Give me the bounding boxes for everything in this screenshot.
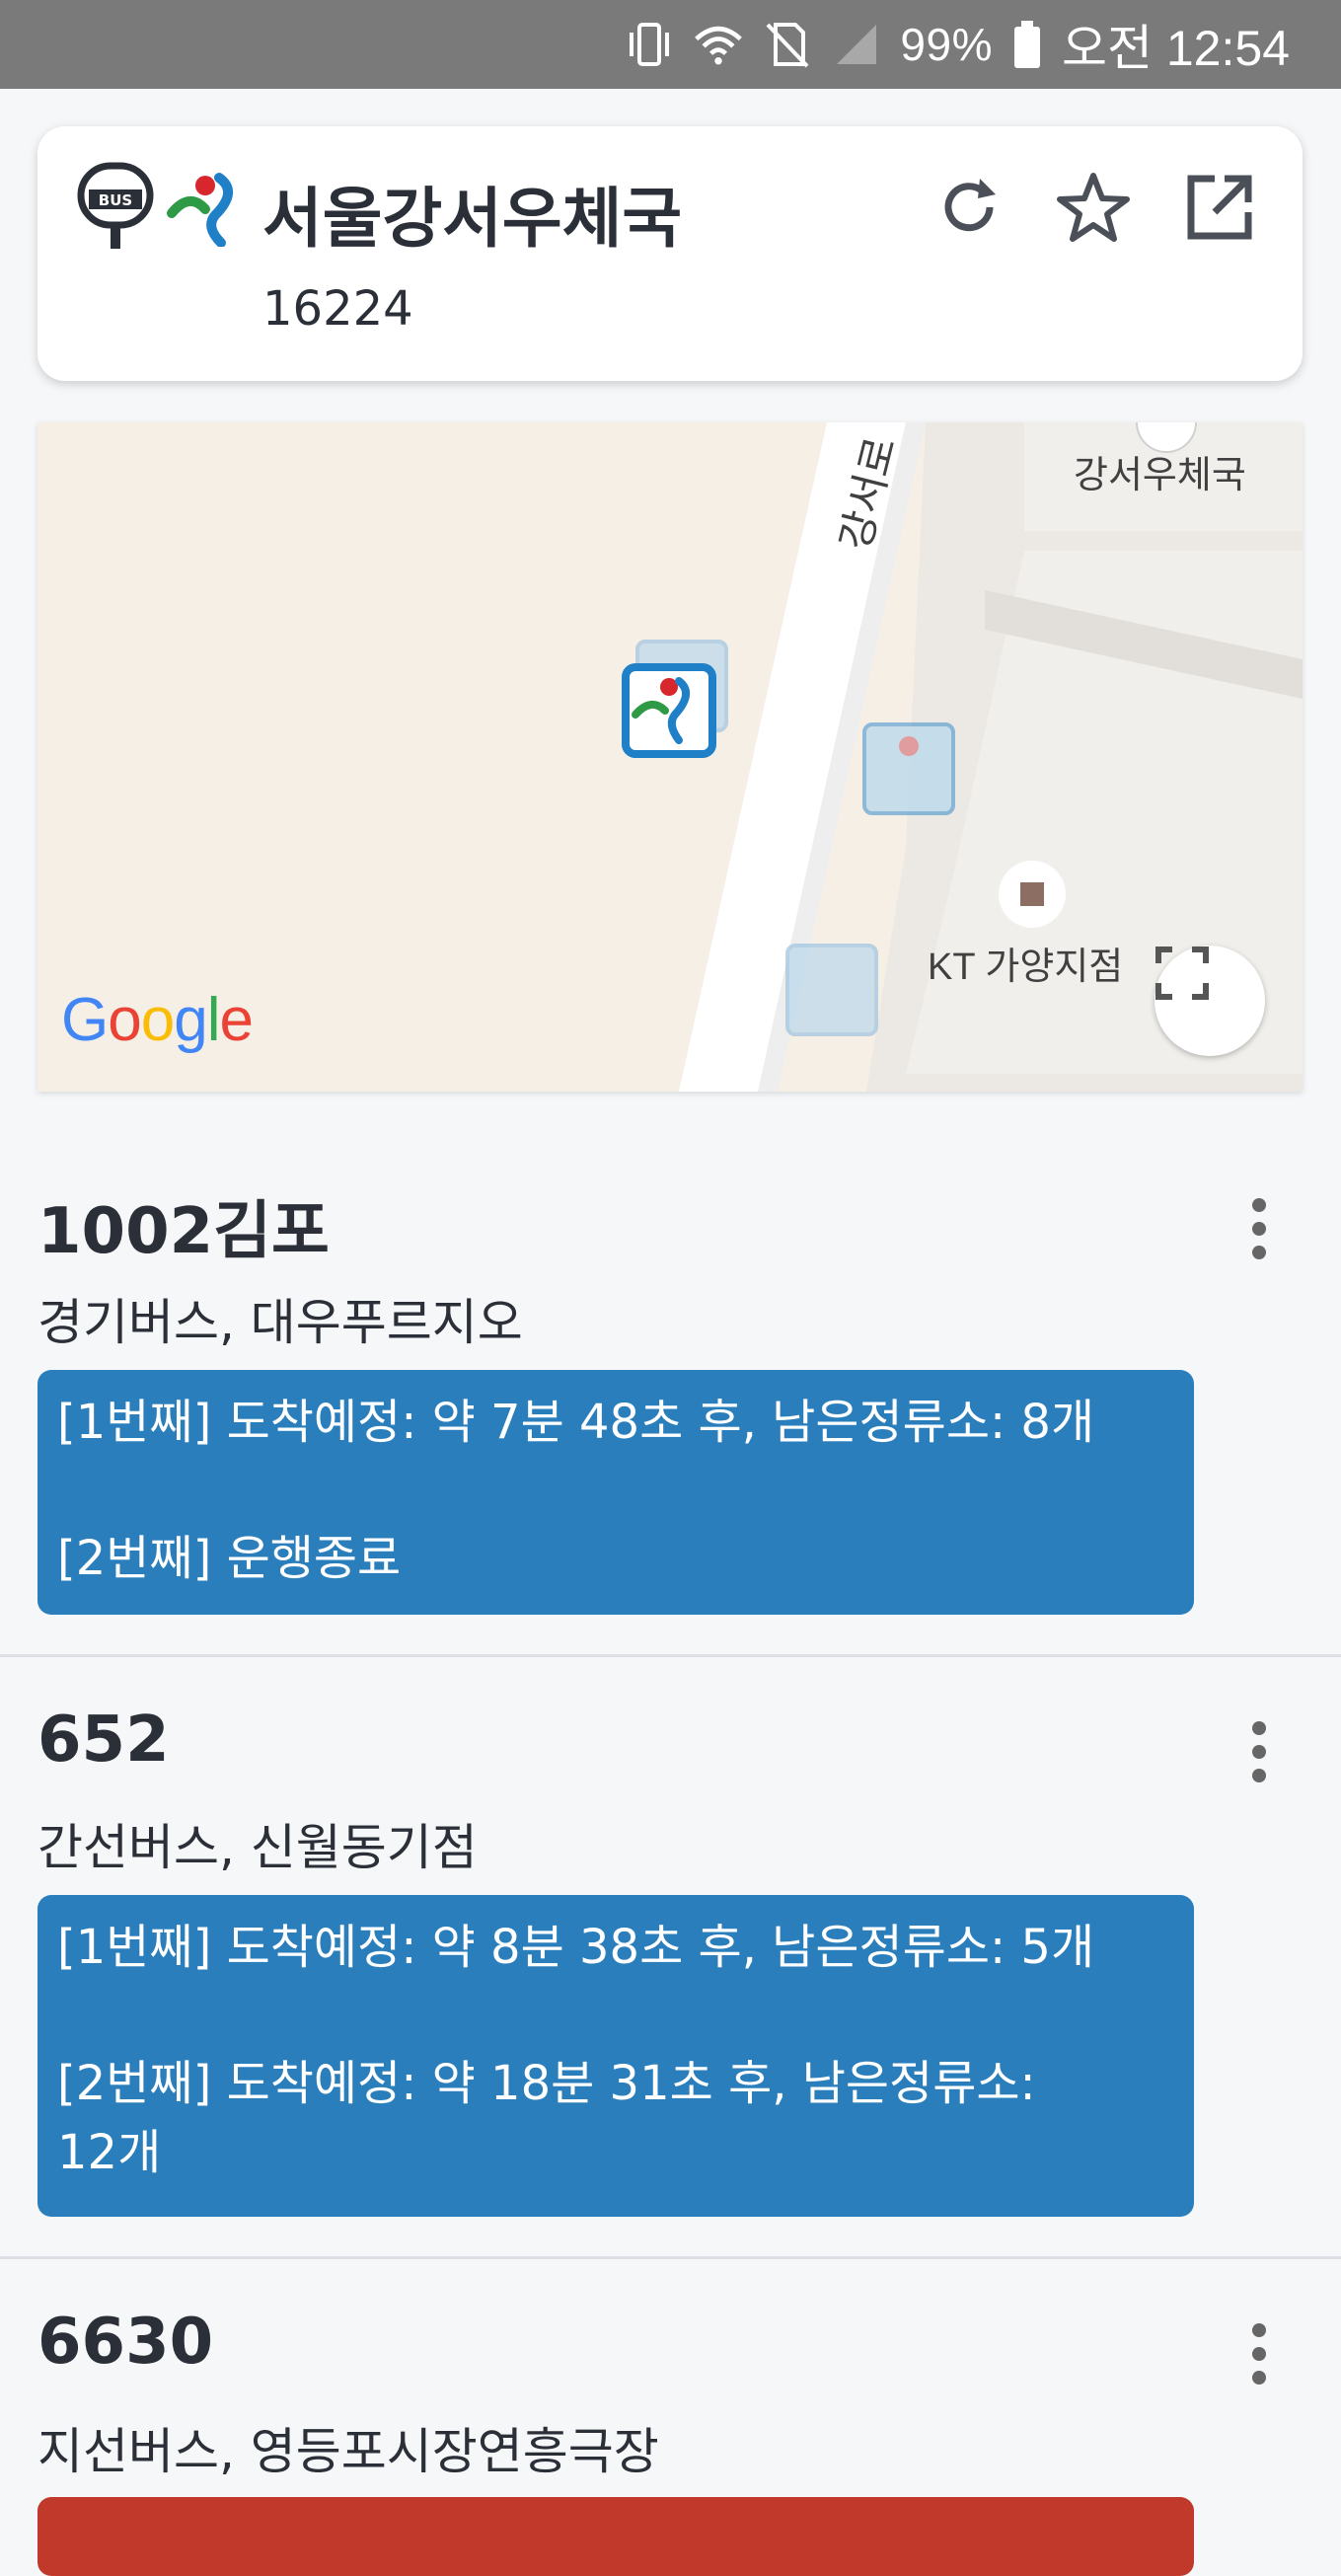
stop-title: 서울강서우체국 (262, 181, 683, 257)
route-item[interactable]: 6630 지선버스, 영등포시장연흥극장 (0, 2260, 1341, 2576)
more-options-button[interactable] (1228, 1707, 1291, 1796)
battery-percent: 99% (900, 19, 993, 70)
refresh-button[interactable] (928, 166, 1010, 249)
arrival-info-box: [1번째] 도착예정: 약 8분 38초 후, 남은정류소: 5개 [2번째] … (37, 1895, 1194, 2217)
vibrate-icon (624, 19, 675, 70)
status-bar: 99% 오전 12:54 (0, 0, 1341, 89)
star-icon (1057, 173, 1130, 242)
arrival-line: [2번째] 운행종료 (57, 1531, 402, 1586)
open-external-icon (1187, 175, 1252, 240)
seoul-logo-icon (166, 166, 247, 248)
arrival-info-box: [1번째] 도착예정: 약 7분 48초 후, 남은정류소: 8개 [2번째] … (37, 1370, 1194, 1615)
route-name: 6630 (37, 2306, 214, 2379)
arrival-line: [2번째] 도착예정: 약 18분 31초 후, 남은정류소: (57, 2056, 1036, 2111)
refresh-icon (944, 179, 996, 232)
fullscreen-button[interactable] (1155, 946, 1265, 1056)
map-label-kt: KT 가양지점 (928, 947, 1124, 988)
route-description: 간선버스, 신월동기점 (37, 1819, 478, 1876)
route-item[interactable]: 1002김포 경기버스, 대우푸르지오 [1번째] 도착예정: 약 7분 48초… (0, 1135, 1341, 1654)
divider (0, 1654, 1341, 1657)
arrival-info-box (37, 2497, 1194, 2576)
route-name: 652 (37, 1704, 170, 1777)
route-description: 경기버스, 대우푸르지오 (37, 1294, 523, 1351)
open-external-button[interactable] (1178, 166, 1261, 249)
favorite-button[interactable] (1052, 166, 1135, 249)
no-sim-icon (762, 19, 813, 70)
svg-text:BUS: BUS (99, 191, 132, 209)
route-description: 지선버스, 영등포시장연흥극장 (37, 2423, 659, 2480)
google-logo: Google (61, 986, 254, 1054)
divider (0, 2256, 1341, 2259)
signal-icon (831, 19, 882, 70)
route-name: 1002김포 (37, 1195, 330, 1268)
fullscreen-icon (1155, 947, 1209, 1000)
route-item[interactable]: 652 간선버스, 신월동기점 [1번째] 도착예정: 약 8분 38초 후, … (0, 1658, 1341, 2256)
wifi-icon (693, 19, 744, 70)
stop-number: 16224 (262, 281, 413, 337)
map-view[interactable]: 강서로 강서우체국 KT 가양지점 Google (37, 422, 1303, 1092)
arrival-line: 12개 (57, 2125, 162, 2180)
more-options-button[interactable] (1228, 2310, 1291, 2398)
battery-icon (1010, 19, 1044, 70)
clock: 오전 12:54 (1061, 21, 1290, 76)
more-options-button[interactable] (1228, 1184, 1291, 1273)
arrival-line: [1번째] 도착예정: 약 8분 38초 후, 남은정류소: 5개 (57, 1920, 1095, 1975)
arrival-line: [1번째] 도착예정: 약 7분 48초 후, 남은정류소: 8개 (57, 1395, 1095, 1450)
stop-header-card: BUS 서울강서우체국 16224 (37, 126, 1303, 381)
map-label-post-office: 강서우체국 (1074, 455, 1246, 496)
bus-stop-icon: BUS (77, 162, 154, 253)
